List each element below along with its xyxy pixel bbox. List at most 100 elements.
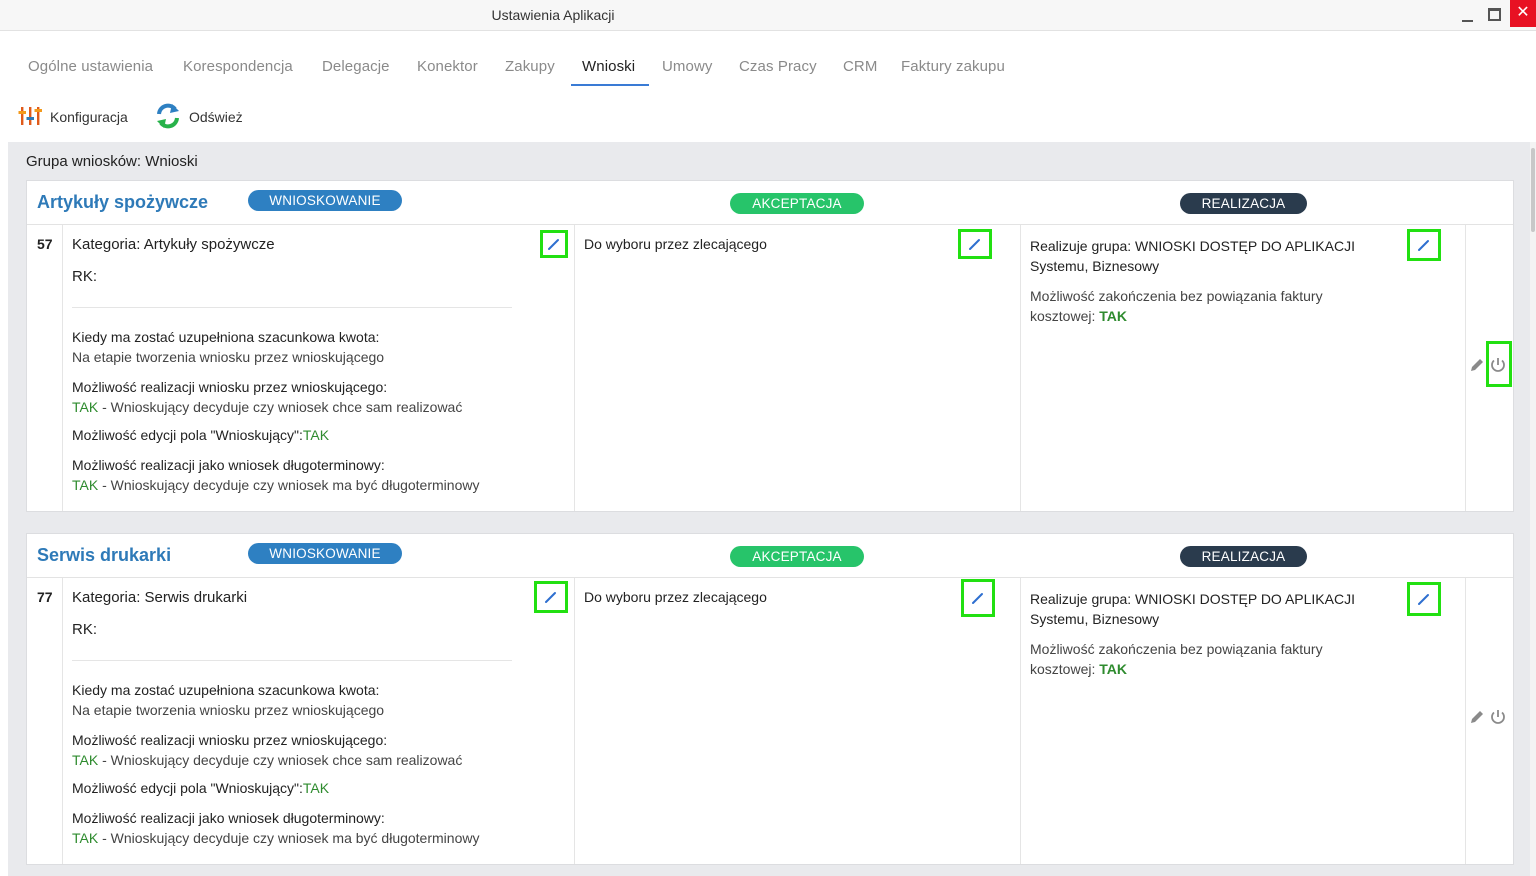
long-term-answer: TAK - Wnioskujący decyduje czy wniosek m… <box>72 830 479 846</box>
realization-members: Systemu, Biznesowy <box>1030 258 1160 274</box>
card-actions <box>1469 705 1509 729</box>
estimate-question: Kiedy ma zostać uzupełniona szacunkowa k… <box>72 682 380 698</box>
self-realization-question: Możliwość realizacji wniosku przez wnios… <box>72 379 388 395</box>
realization-group-text: Realizuje grupa: WNIOSKI DOSTĘP DO APLIK… <box>1030 589 1390 629</box>
window-title: Ustawienia Aplikacji <box>491 7 615 23</box>
tab-contracts[interactable]: Umowy <box>662 58 713 75</box>
answer-description: - Wnioskujący decyduje czy wniosek chce … <box>98 752 463 768</box>
card-header: Serwis drukarki WNIOSKOWANIE AKCEPTACJA … <box>27 534 1513 578</box>
edit-acceptance-button[interactable] <box>961 579 995 617</box>
acceptance-stage-column: Do wyboru przez zlecającego <box>575 225 1021 511</box>
estimate-answer: Na etapie tworzenia wniosku przez wniosk… <box>72 702 385 718</box>
card-header: Artykuły spożywcze WNIOSKOWANIE AKCEPTAC… <box>27 181 1513 225</box>
yes-flag: TAK <box>302 427 330 443</box>
tab-correspondence[interactable]: Korespondencja <box>183 58 293 75</box>
tab-requests[interactable]: Wnioski <box>582 58 635 75</box>
pencil-icon <box>548 239 559 250</box>
realization-stage-column: Realizuje grupa: WNIOSKI DOSTĘP DO APLIK… <box>1021 225 1466 511</box>
stage-badge-akceptacja: AKCEPTACJA <box>730 546 864 567</box>
estimate-answer: Na etapie tworzenia wniosku przez wniosk… <box>72 349 385 365</box>
edit-card-icon[interactable] <box>1469 357 1485 373</box>
close-icon[interactable]: ✕ <box>1510 0 1536 27</box>
edit-realization-button[interactable] <box>1407 229 1441 261</box>
yes-flag: TAK <box>302 780 330 796</box>
self-realization-answer: TAK - Wnioskujący decyduje czy wniosek c… <box>72 399 462 415</box>
pencil-icon <box>545 592 556 603</box>
vertical-scrollbar[interactable] <box>1530 142 1536 876</box>
request-stage-column: Kategoria: Artykuły spożywcze RK: Kiedy … <box>63 225 575 511</box>
pencil-icon <box>972 593 983 604</box>
request-title: Serwis drukarki <box>37 545 172 565</box>
edit-acceptance-button[interactable] <box>958 229 992 259</box>
request-number: 57 <box>37 236 53 252</box>
tab-purchases[interactable]: Zakupy <box>505 58 555 75</box>
acceptance-stage-column: Do wyboru przez zlecającego <box>575 578 1021 864</box>
edit-request-stage-button[interactable] <box>540 230 568 258</box>
request-number: 77 <box>37 589 53 605</box>
active-tab-indicator <box>571 84 649 86</box>
self-realization-question: Możliwość realizacji wniosku przez wnios… <box>72 732 388 748</box>
closing-option-text: Możliwość zakończenia bez powiązania fak… <box>1030 286 1390 326</box>
estimate-question: Kiedy ma zostać uzupełniona szacunkowa k… <box>72 329 380 345</box>
rk-label: RK: <box>72 268 98 285</box>
closing-option-text: Możliwość zakończenia bez powiązania fak… <box>1030 639 1390 679</box>
long-term-question: Możliwość realizacji jako wniosek długot… <box>72 457 385 473</box>
stage-badge-realizacja: REALIZACJA <box>1180 193 1307 214</box>
edit-requester-question: Możliwość edycji pola "Wnioskujący":TAK <box>72 427 329 443</box>
yes-flag: TAK <box>1099 308 1127 324</box>
long-term-question: Możliwość realizacji jako wniosek długot… <box>72 810 385 826</box>
maximize-icon[interactable] <box>1488 8 1501 21</box>
divider <box>72 307 512 308</box>
self-realization-answer: TAK - Wnioskujący decyduje czy wniosek c… <box>72 752 462 768</box>
edit-requester-question: Możliwość edycji pola "Wnioskujący":TAK <box>72 780 329 796</box>
yes-flag: TAK <box>72 477 99 493</box>
tab-delegations[interactable]: Delegacje <box>322 58 390 75</box>
tab-general[interactable]: Ogólne ustawienia <box>28 58 153 75</box>
category-text: Kategoria: Artykuły spożywcze <box>72 236 275 253</box>
request-card: Artykuły spożywcze WNIOSKOWANIE AKCEPTAC… <box>26 180 1514 512</box>
realization-members: Systemu, Biznesowy <box>1030 611 1160 627</box>
yes-flag: TAK <box>72 752 99 768</box>
scrollbar-thumb[interactable] <box>1531 148 1535 232</box>
settings-tabs: Ogólne ustawienia Korespondencja Delegac… <box>0 44 1100 88</box>
tab-work-time[interactable]: Czas Pracy <box>739 58 817 75</box>
edit-request-stage-button[interactable] <box>534 581 568 613</box>
question-text: Możliwość edycji pola "Wnioskujący": <box>72 427 303 443</box>
yes-flag: TAK <box>72 399 99 415</box>
tab-crm[interactable]: CRM <box>843 58 877 75</box>
refresh-button[interactable]: Odśwież <box>155 103 243 131</box>
power-highlight <box>1486 341 1512 387</box>
realization-stage-column: Realizuje grupa: WNIOSKI DOSTĘP DO APLIK… <box>1021 578 1466 864</box>
sliders-icon <box>18 105 42 130</box>
refresh-icon <box>155 103 181 132</box>
pencil-icon <box>1418 594 1429 605</box>
request-number-cell: 77 <box>27 578 63 864</box>
tab-purchase-invoices[interactable]: Faktury zakupu <box>901 58 1005 75</box>
closing-question: Możliwość zakończenia bez powiązania fak… <box>1030 288 1323 324</box>
answer-description: - Wnioskujący decyduje czy wniosek chce … <box>98 399 463 415</box>
yes-flag: TAK <box>72 830 99 846</box>
realization-group: Realizuje grupa: WNIOSKI DOSTĘP DO APLIK… <box>1030 238 1355 254</box>
divider <box>72 660 512 661</box>
yes-flag: TAK <box>1099 661 1127 677</box>
configuration-label: Konfiguracja <box>50 109 128 125</box>
minimize-icon[interactable] <box>1460 8 1476 24</box>
realization-group: Realizuje grupa: WNIOSKI DOSTĘP DO APLIK… <box>1030 591 1355 607</box>
request-card: Serwis drukarki WNIOSKOWANIE AKCEPTACJA … <box>26 533 1514 865</box>
stage-badge-wnioskowanie: WNIOSKOWANIE <box>248 190 402 211</box>
realization-group-text: Realizuje grupa: WNIOSKI DOSTĘP DO APLIK… <box>1030 236 1390 276</box>
answer-description: - Wnioskujący decyduje czy wniosek ma by… <box>98 477 480 493</box>
answer-description: - Wnioskujący decyduje czy wniosek ma by… <box>98 830 480 846</box>
configuration-button[interactable]: Konfiguracja <box>18 103 128 131</box>
request-number-cell: 57 <box>27 225 63 511</box>
edit-realization-button[interactable] <box>1407 582 1441 616</box>
acceptance-text: Do wyboru przez zlecającego <box>584 589 767 605</box>
request-stage-column: Kategoria: Serwis drukarki RK: Kiedy ma … <box>63 578 575 864</box>
power-icon[interactable] <box>1489 708 1507 726</box>
stage-badge-realizacja: REALIZACJA <box>1180 546 1307 567</box>
closing-question: Możliwość zakończenia bez powiązania fak… <box>1030 641 1323 677</box>
tab-connector[interactable]: Konektor <box>417 58 478 75</box>
refresh-label: Odśwież <box>189 109 243 125</box>
long-term-answer: TAK - Wnioskujący decyduje czy wniosek m… <box>72 477 479 493</box>
edit-card-icon[interactable] <box>1469 709 1485 725</box>
